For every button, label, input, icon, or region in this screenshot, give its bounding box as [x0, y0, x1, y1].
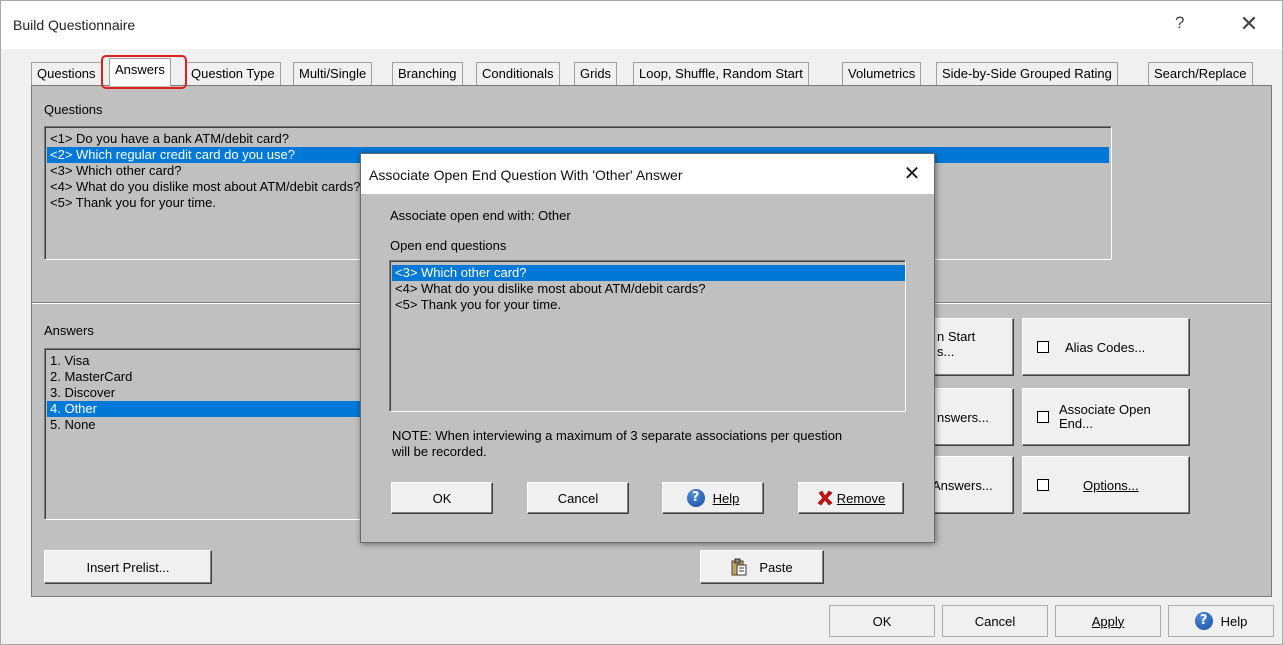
dialog-cancel-button[interactable]: Cancel: [527, 482, 629, 514]
help-button[interactable]: ? Help: [1168, 605, 1274, 637]
open-end-question-item[interactable]: <3> Which other card?: [392, 265, 905, 281]
tab-volumetrics[interactable]: Volumetrics: [842, 62, 922, 85]
answers-button-2-label: Answers...: [932, 478, 993, 493]
questions-label: Questions: [44, 102, 103, 117]
dialog-close-icon[interactable]: ✕: [895, 160, 929, 188]
open-end-questions-list[interactable]: <3> Which other card? <4> What do you dis…: [389, 260, 906, 412]
paste-icon: [731, 558, 747, 576]
dialog-help-button[interactable]: ? Help: [662, 482, 764, 514]
tab-search-replace[interactable]: Search/Replace: [1148, 62, 1253, 85]
cancel-label: Cancel: [974, 613, 1016, 629]
window-help-icon[interactable]: ?: [1175, 13, 1184, 33]
tab-highlight-annotation: [101, 55, 187, 89]
remove-x-icon: [817, 490, 833, 506]
random-start-label-1: n Start: [937, 329, 976, 344]
tab-side-by-side-grouped-rating[interactable]: Side-by-Side Grouped Rating: [936, 62, 1118, 85]
associate-open-end-checkbox[interactable]: [1037, 411, 1049, 423]
alias-codes-button[interactable]: Alias Codes...: [1022, 318, 1190, 376]
answer-list-item[interactable]: 3. Discover: [47, 385, 373, 401]
answer-list-item[interactable]: 5. None: [47, 417, 373, 433]
tab-multi-single[interactable]: Multi/Single: [293, 62, 373, 85]
tab-branching[interactable]: Branching: [392, 62, 463, 85]
note-line-1: NOTE: When interviewing a maximum of 3 s…: [392, 428, 843, 443]
options-button[interactable]: Options...: [1022, 456, 1190, 514]
answer-list-item[interactable]: 1. Visa: [47, 353, 373, 369]
apply-button[interactable]: Apply: [1055, 605, 1161, 637]
cancel-button[interactable]: Cancel: [942, 605, 1048, 637]
open-end-question-item[interactable]: <4> What do you dislike most about ATM/d…: [392, 281, 905, 297]
open-end-question-item[interactable]: <5> Thank you for your time.: [392, 297, 905, 313]
associate-open-end-dialog: Associate Open End Question With 'Other'…: [360, 153, 935, 543]
answers-list[interactable]: 1. Visa 2. MasterCard 3. Discover 4. Other 5…: [44, 348, 374, 520]
dialog-ok-button[interactable]: OK: [391, 482, 493, 514]
associate-open-end-label-1: Associate Open: [1059, 402, 1151, 417]
dialog-help-icon: ?: [686, 489, 705, 507]
window-close-icon[interactable]: ✕: [1229, 9, 1269, 39]
paste-label: Paste: [759, 559, 793, 575]
associate-open-end-button[interactable]: Associate Open End...: [1022, 388, 1190, 446]
dialog-help-label: Help: [712, 490, 740, 506]
ok-button[interactable]: OK: [829, 605, 935, 637]
alias-codes-label: Alias Codes...: [1065, 339, 1146, 355]
associate-open-end-text: Associate open end with: Other: [390, 208, 571, 223]
tab-conditionals[interactable]: Conditionals: [476, 62, 560, 85]
dialog-titlebar: Associate Open End Question With 'Other'…: [361, 154, 934, 194]
apply-label: Apply: [1091, 613, 1125, 629]
window-titlebar: Build Questionnaire ? ✕: [1, 1, 1282, 49]
alias-codes-checkbox[interactable]: [1037, 341, 1049, 353]
answer-list-item[interactable]: 4. Other: [47, 401, 373, 417]
dialog-body: Associate open end with: Other Open end …: [361, 194, 934, 542]
dialog-title: Associate Open End Question With 'Other'…: [369, 167, 683, 183]
options-label: Options...: [1083, 477, 1139, 493]
window-title: Build Questionnaire: [13, 17, 136, 33]
paste-button[interactable]: Paste: [700, 550, 824, 584]
note-line-2: will be recorded.: [392, 444, 487, 459]
dialog-cancel-label: Cancel: [557, 490, 599, 506]
question-list-item[interactable]: <1> Do you have a bank ATM/debit card?: [47, 131, 1109, 147]
answer-list-item[interactable]: 2. MasterCard: [47, 369, 373, 385]
insert-prelist-button[interactable]: Insert Prelist...: [44, 550, 212, 584]
open-end-questions-label: Open end questions: [390, 238, 507, 253]
tab-loop-shuffle-random-start[interactable]: Loop, Shuffle, Random Start: [633, 62, 809, 85]
dialog-remove-label: Remove: [836, 490, 886, 506]
insert-prelist-label: Insert Prelist...: [86, 559, 170, 575]
dialog-remove-button[interactable]: Remove: [798, 482, 904, 514]
tab-grids[interactable]: Grids: [574, 62, 618, 85]
dialog-ok-label: OK: [432, 490, 452, 506]
ok-label: OK: [872, 613, 892, 629]
options-checkbox[interactable]: [1037, 479, 1049, 491]
random-start-label-2: s...: [937, 344, 955, 359]
help-icon: ?: [1194, 612, 1213, 630]
associate-open-end-label-2: End...: [1059, 416, 1093, 431]
answers-label: Answers: [44, 323, 94, 338]
answers-button-1-label: nswers...: [937, 410, 990, 425]
help-label: Help: [1220, 613, 1248, 629]
tab-questions[interactable]: Questions: [31, 62, 102, 85]
tab-question-type[interactable]: Question Type: [185, 62, 281, 85]
